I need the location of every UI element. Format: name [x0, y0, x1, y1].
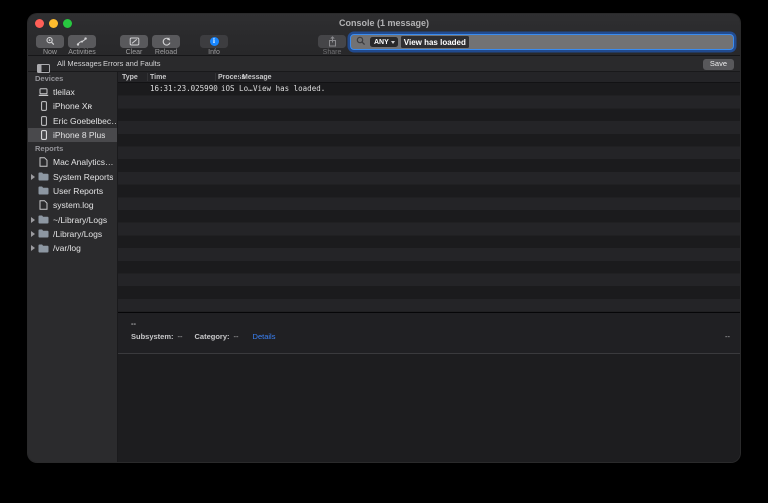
disclosure-triangle-icon[interactable]: [31, 245, 35, 251]
minimize-button[interactable]: [49, 19, 58, 28]
column-header-time[interactable]: Time: [150, 72, 166, 83]
iphone-icon: [38, 115, 49, 126]
log-table-body: 16:31:23.025990 iOS Lo… View has loaded.: [118, 83, 740, 312]
folder-icon: [38, 185, 49, 196]
traffic-lights: [35, 19, 72, 28]
category-value: --: [234, 332, 239, 341]
log-pane: Type Time Process Message 16:31:23.02599…: [118, 72, 740, 462]
reload-icon: [161, 36, 172, 47]
category-label: Category:: [195, 332, 230, 341]
section-header-devices: Devices: [28, 72, 117, 85]
iphone-icon: [38, 130, 49, 141]
sidebar-item-mac-analytics[interactable]: Mac Analytics…: [28, 155, 117, 169]
document-icon: [38, 200, 49, 211]
info-icon: i: [210, 37, 219, 46]
reload-button[interactable]: [152, 35, 180, 48]
tab-all-messages[interactable]: All Messages: [57, 56, 102, 72]
close-button[interactable]: [35, 19, 44, 28]
column-divider[interactable]: [215, 73, 216, 81]
column-header-message[interactable]: Message: [242, 72, 272, 83]
save-button[interactable]: Save: [703, 59, 734, 70]
column-divider[interactable]: [239, 73, 240, 81]
column-header-type[interactable]: Type: [122, 72, 138, 83]
subsystem-value: --: [178, 332, 183, 341]
sidebar-item-tleilax[interactable]: tleilax: [28, 85, 117, 99]
sidebar-item-eric-goebelbecker[interactable]: Eric Goebelbec…: [28, 114, 117, 128]
now-button[interactable]: [36, 35, 64, 48]
tab-errors-and-faults[interactable]: Errors and Faults: [103, 56, 161, 72]
sidebar-item-user-reports[interactable]: User Reports: [28, 184, 117, 198]
table-header: Type Time Process Message: [118, 72, 740, 83]
clear-icon: [129, 36, 140, 47]
column-divider[interactable]: [147, 73, 148, 81]
document-icon: [38, 157, 49, 168]
folder-icon: [38, 228, 49, 239]
share-button[interactable]: [318, 35, 346, 48]
cell-time: 16:31:23.025990: [150, 83, 218, 96]
search-icon: [356, 34, 366, 50]
disclosure-triangle-icon[interactable]: [31, 217, 35, 223]
share-label: Share: [308, 49, 356, 56]
chevron-down-icon: [391, 41, 395, 44]
sidebar-item-iphone-8-plus[interactable]: iPhone 8 Plus: [28, 128, 117, 142]
reload-label: Reload: [142, 49, 190, 56]
detail-right-value: --: [725, 332, 730, 341]
share-icon: [327, 36, 338, 47]
details-link[interactable]: Details: [253, 332, 276, 341]
titlebar: Console (1 message): [28, 14, 740, 32]
clear-button[interactable]: [120, 35, 148, 48]
cell-message: View has loaded.: [253, 83, 325, 96]
sidebar-item-system-log[interactable]: system.log: [28, 198, 117, 212]
content: Devices tleilax iPhone Xʀ Eric Goebelbec…: [28, 72, 740, 462]
activities-label: Activities: [58, 49, 106, 56]
sidebar-item-library-logs[interactable]: /Library/Logs: [28, 227, 117, 241]
disclosure-triangle-icon[interactable]: [31, 174, 35, 180]
table-row[interactable]: 16:31:23.025990 iOS Lo… View has loaded.: [118, 83, 740, 96]
filter-bar: All Messages Errors and Faults Save: [28, 56, 740, 72]
toolbar: Now Activities Clear Reload i Info: [28, 32, 740, 56]
console-window: Console (1 message) Now Activities Clear: [28, 14, 740, 462]
info-button[interactable]: i: [200, 35, 228, 48]
folder-icon: [38, 171, 49, 182]
laptop-icon: [38, 87, 49, 98]
subsystem-label: Subsystem:: [131, 332, 174, 341]
search-filter-token[interactable]: ANY: [370, 37, 398, 47]
folder-icon: [38, 243, 49, 254]
disclosure-triangle-icon[interactable]: [31, 231, 35, 237]
sidebar: Devices tleilax iPhone Xʀ Eric Goebelbec…: [28, 72, 118, 462]
sidebar-item-user-library-logs[interactable]: ~/Library/Logs: [28, 212, 117, 226]
search-query-text: View has loaded: [401, 36, 469, 48]
window-title: Console (1 message): [28, 14, 740, 33]
now-icon: [45, 36, 56, 47]
section-header-reports: Reports: [28, 142, 117, 155]
iphone-icon: [38, 101, 49, 112]
detail-title: --: [131, 319, 136, 328]
search-input[interactable]: ANY View has loaded: [350, 34, 734, 50]
folder-icon: [38, 214, 49, 225]
sidebar-item-system-reports[interactable]: System Reports: [28, 169, 117, 183]
cell-process: iOS Lo…: [221, 83, 253, 96]
sidebar-item-var-log[interactable]: /var/log: [28, 241, 117, 255]
sidebar-item-iphone-xr[interactable]: iPhone Xʀ: [28, 99, 117, 113]
activities-button[interactable]: [68, 35, 96, 48]
activities-icon: [76, 36, 88, 47]
info-label: Info: [190, 49, 238, 56]
detail-pane: -- Subsystem: -- Category: -- Details --: [118, 312, 740, 354]
zoom-button[interactable]: [63, 19, 72, 28]
